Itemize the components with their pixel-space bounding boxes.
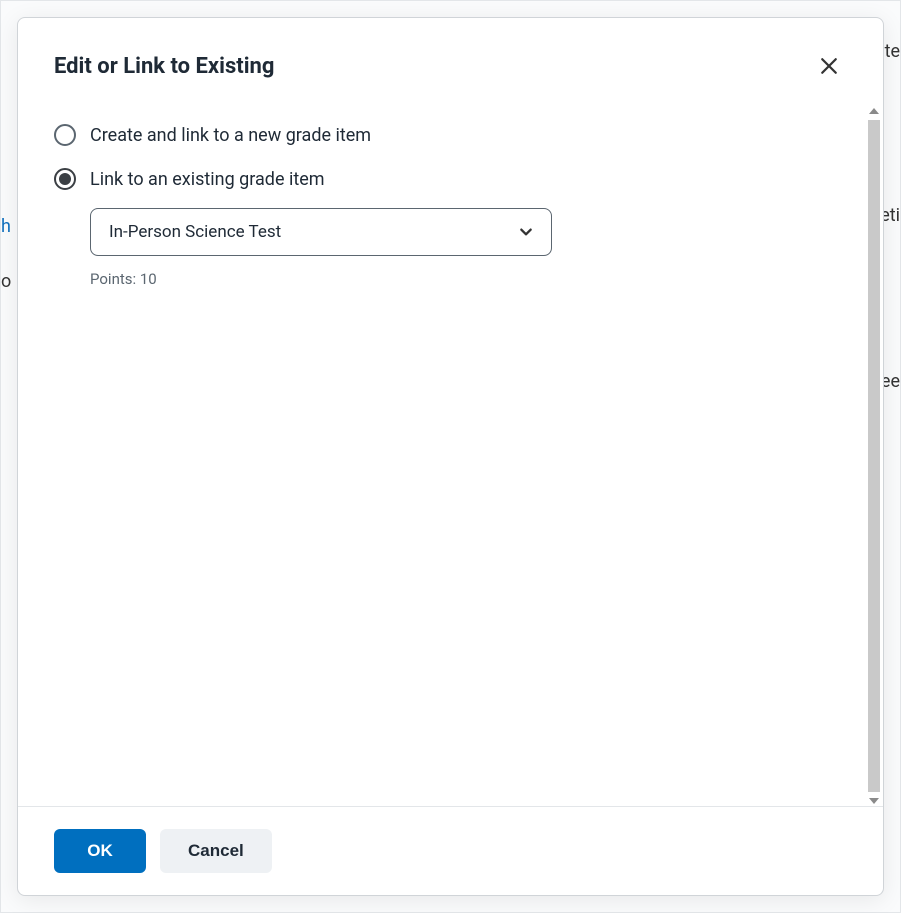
bg-fragment: o (1, 271, 11, 292)
chevron-down-icon (519, 225, 533, 239)
existing-option-label: Link to an existing grade item (90, 169, 325, 190)
grade-item-selected-value: In-Person Science Test (109, 222, 281, 242)
scroll-thumb[interactable] (868, 120, 880, 792)
modal-footer: OK Cancel (18, 806, 883, 895)
grade-item-radio-group: Create and link to a new grade item Link… (54, 124, 829, 288)
ok-button[interactable]: OK (54, 829, 146, 873)
edit-link-modal: Edit or Link to Existing Create and link… (17, 17, 884, 896)
scrollbar[interactable] (865, 106, 883, 806)
scroll-up-icon (869, 108, 879, 114)
close-button[interactable] (811, 48, 847, 84)
create-grade-item-option[interactable]: Create and link to a new grade item (54, 124, 829, 146)
bg-fragment: h (1, 216, 11, 237)
modal-title: Edit or Link to Existing (54, 54, 274, 79)
points-label: Points: 10 (90, 270, 829, 288)
close-icon (820, 57, 838, 75)
cancel-button[interactable]: Cancel (160, 829, 272, 873)
create-option-label: Create and link to a new grade item (90, 125, 371, 146)
existing-option-body: In-Person Science Test Points: 10 (90, 208, 829, 288)
modal-body: Create and link to a new grade item Link… (18, 106, 865, 806)
grade-item-select[interactable]: In-Person Science Test (90, 208, 552, 256)
radio-icon (54, 168, 76, 190)
modal-header: Edit or Link to Existing (18, 18, 883, 84)
scroll-down-icon (869, 798, 879, 804)
bg-fragment: te (885, 41, 900, 62)
radio-icon (54, 124, 76, 146)
link-existing-grade-item-option[interactable]: Link to an existing grade item (54, 168, 829, 190)
modal-body-wrap: Create and link to a new grade item Link… (18, 106, 883, 806)
